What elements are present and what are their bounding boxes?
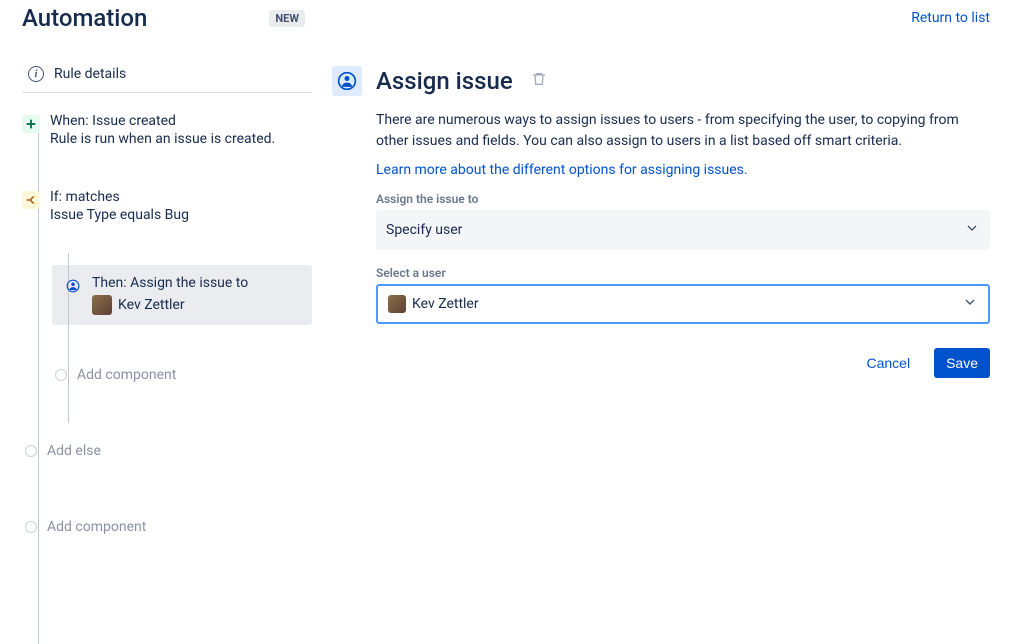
plus-icon xyxy=(22,115,40,133)
assign-to-label: Assign the issue to xyxy=(376,192,990,206)
add-component-button-root[interactable]: Add component xyxy=(22,519,332,535)
avatar xyxy=(92,295,112,315)
assign-issue-icon xyxy=(332,66,362,96)
chevron-down-icon xyxy=(962,294,978,314)
rule-details-label: Rule details xyxy=(54,66,126,82)
condition-step[interactable]: If: matches Issue Type equals Bug xyxy=(22,189,332,223)
return-to-list-link[interactable]: Return to list xyxy=(911,10,990,26)
select-user-value: Kev Zettler xyxy=(412,296,479,312)
assign-to-select[interactable]: Specify user xyxy=(376,210,990,250)
action-title: Then: Assign the issue to xyxy=(92,275,300,291)
assignee-name: Kev Zettler xyxy=(118,297,185,313)
chevron-down-icon xyxy=(964,220,980,240)
assign-to-value: Specify user xyxy=(386,222,462,238)
add-circle-icon xyxy=(25,445,37,457)
add-else-button[interactable]: Add else xyxy=(22,443,332,459)
trigger-step[interactable]: When: Issue created Rule is run when an … xyxy=(22,113,332,147)
avatar xyxy=(388,295,406,313)
cancel-button[interactable]: Cancel xyxy=(854,348,922,378)
page-title: Automation xyxy=(22,4,147,32)
add-circle-icon xyxy=(55,369,67,381)
branch-icon xyxy=(22,191,40,209)
select-user-select[interactable]: Kev Zettler xyxy=(376,284,990,324)
select-user-label: Select a user xyxy=(376,266,990,280)
flow-connector-line xyxy=(38,133,39,644)
trash-icon[interactable] xyxy=(531,71,547,91)
info-icon: i xyxy=(28,66,44,82)
add-circle-icon xyxy=(25,521,37,533)
panel-description: There are numerous ways to assign issues… xyxy=(376,110,990,152)
add-else-label: Add else xyxy=(47,443,101,459)
panel-title: Assign issue xyxy=(376,67,513,95)
trigger-subtitle: Rule is run when an issue is created. xyxy=(50,131,332,147)
assign-icon xyxy=(64,277,82,295)
add-component-label: Add component xyxy=(47,519,146,535)
learn-more-link[interactable]: Learn more about the different options f… xyxy=(376,162,748,178)
condition-title: If: matches xyxy=(50,189,332,205)
rule-details-item[interactable]: i Rule details xyxy=(22,56,312,93)
action-step-selected[interactable]: Then: Assign the issue to Kev Zettler xyxy=(52,265,312,325)
save-button[interactable]: Save xyxy=(934,348,990,378)
condition-subtitle: Issue Type equals Bug xyxy=(50,207,332,223)
trigger-title: When: Issue created xyxy=(50,113,332,129)
new-badge: NEW xyxy=(269,10,305,27)
add-component-button[interactable]: Add component xyxy=(52,367,332,383)
add-component-label: Add component xyxy=(77,367,176,383)
